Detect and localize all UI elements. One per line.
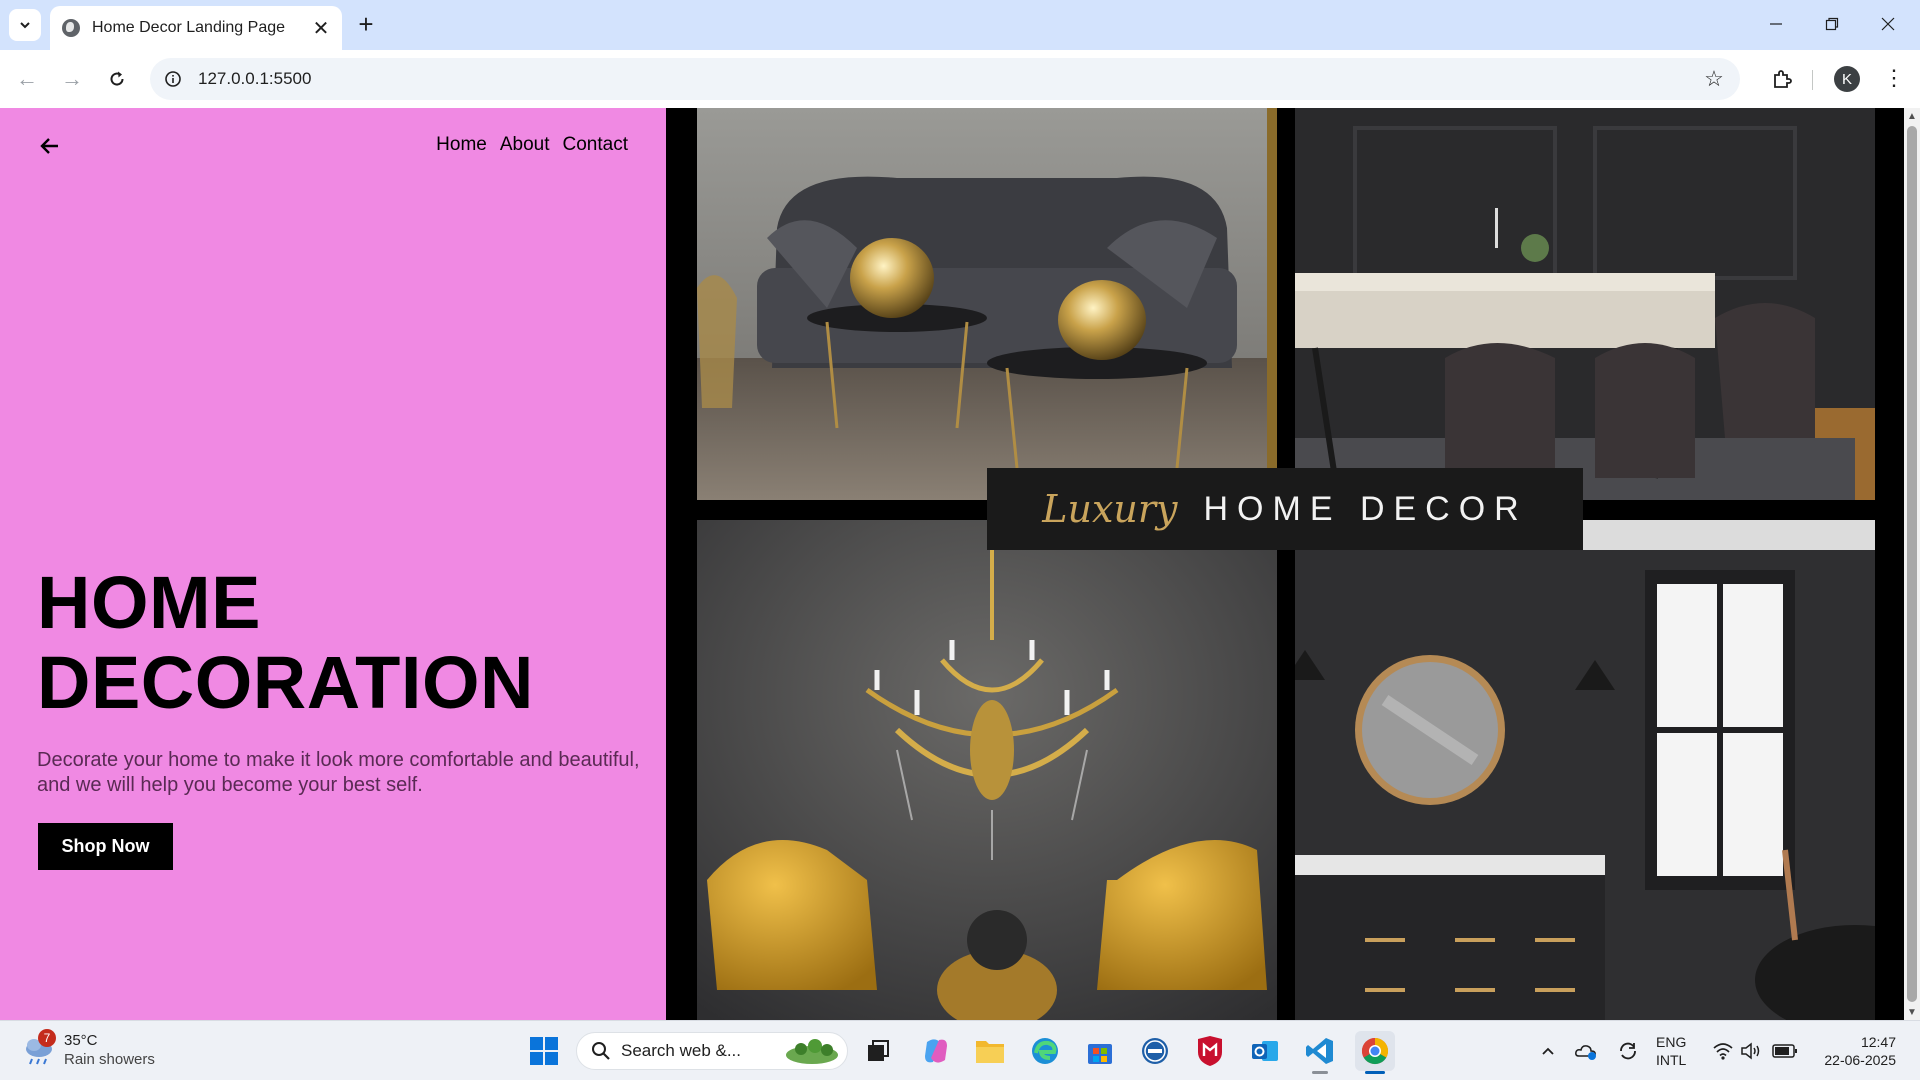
onedrive-icon[interactable] (1572, 1031, 1600, 1071)
restore-button[interactable] (1810, 6, 1854, 42)
address-bar[interactable]: 127.0.0.1:5500 ☆ (150, 58, 1740, 100)
url-text: 127.0.0.1:5500 (198, 69, 312, 88)
shop-now-button[interactable]: Shop Now (38, 823, 173, 870)
nav-link-home[interactable]: Home (436, 134, 487, 156)
weather-alert-badge: 7 (38, 1029, 56, 1047)
keyboard-layout: INTL (1656, 1052, 1687, 1068)
hero-title: HOME DECORATION (37, 563, 637, 723)
weather-temperature: 35°C (64, 1032, 98, 1049)
minimize-icon (1770, 23, 1782, 25)
bathroom-photo (1295, 520, 1875, 1020)
reload-icon (110, 71, 124, 86)
site-info-icon[interactable] (160, 66, 186, 92)
globe-icon (62, 19, 80, 37)
search-highlight-icon (786, 1039, 838, 1064)
forward-button[interactable]: → (56, 63, 88, 95)
volume-icon[interactable] (1738, 1031, 1764, 1071)
scrollbar-thumb[interactable] (1907, 126, 1917, 1002)
living-room-photo (697, 108, 1277, 500)
back-button[interactable]: ← (11, 63, 43, 95)
rain-cloud-icon: 7 (22, 1029, 56, 1067)
chrome-active-indicator (1365, 1071, 1385, 1074)
task-view-icon[interactable] (858, 1031, 898, 1071)
system-clock[interactable]: 12:47 22-06-2025 (1816, 1033, 1896, 1069)
page-scrollbar[interactable]: ▲ ▼ (1904, 108, 1920, 1020)
taskbar-search[interactable]: Search web &... (576, 1032, 848, 1070)
nav-link-about[interactable]: About (500, 134, 550, 156)
page-viewport: Home About Contact HOME DECORATION Decor… (0, 108, 1920, 1020)
bookmark-star-icon[interactable]: ☆ (1698, 63, 1730, 95)
language-code: ENG (1656, 1034, 1687, 1050)
toolbar-separator (1812, 70, 1813, 90)
banner-script-text: Luxury (1042, 487, 1178, 531)
weather-description: Rain showers (64, 1051, 155, 1068)
profile-avatar[interactable]: K (1834, 66, 1860, 92)
hero-title-line2: DECORATION (37, 641, 534, 724)
vscode-icon[interactable] (1300, 1031, 1340, 1071)
luxury-banner: Luxury HOME DECOR (987, 468, 1583, 550)
battery-icon[interactable] (1770, 1031, 1800, 1071)
close-window-button[interactable] (1866, 6, 1910, 42)
banner-title: HOME DECOR (1203, 489, 1528, 528)
nav-link-contact[interactable]: Contact (563, 134, 628, 156)
dell-icon[interactable] (1135, 1031, 1175, 1071)
search-placeholder: Search web &... (621, 1041, 742, 1060)
reload-button[interactable] (101, 63, 133, 95)
microsoft-store-icon[interactable] (1080, 1031, 1120, 1071)
taskbar: 7 35°C Rain showers Search web &... ENG … (0, 1020, 1920, 1080)
dining-room-photo (1295, 108, 1875, 500)
clock-time: 12:47 (1860, 1034, 1896, 1050)
scroll-down-icon[interactable]: ▼ (1907, 1007, 1917, 1018)
hero-panel: Home About Contact HOME DECORATION Decor… (0, 108, 666, 1020)
scroll-up-icon[interactable]: ▲ (1907, 111, 1917, 122)
vscode-running-indicator (1312, 1071, 1328, 1074)
sync-icon[interactable] (1614, 1031, 1642, 1071)
mcafee-icon[interactable] (1190, 1031, 1230, 1071)
chevron-down-icon (20, 22, 30, 29)
extensions-button[interactable] (1766, 63, 1798, 95)
language-indicator[interactable]: ENG INTL (1656, 1033, 1686, 1069)
lounge-chandelier-photo (697, 520, 1277, 1020)
hero-title-line1: HOME (37, 561, 261, 644)
wifi-icon[interactable] (1710, 1031, 1736, 1071)
tab-search-button[interactable] (9, 9, 41, 41)
puzzle-icon (1774, 70, 1792, 88)
tab-title: Home Decor Landing Page (92, 19, 286, 36)
outlook-icon[interactable] (1245, 1031, 1285, 1071)
windows-logo-icon (530, 1037, 558, 1065)
back-arrow-icon[interactable] (38, 134, 62, 158)
show-hidden-icons[interactable] (1536, 1031, 1560, 1071)
active-tab[interactable]: Home Decor Landing Page ✕ (50, 6, 342, 50)
file-explorer-icon[interactable] (970, 1031, 1010, 1071)
more-menu-icon[interactable]: ⋮ (1878, 62, 1910, 94)
hero-description: Decorate your home to make it look more … (37, 749, 640, 796)
close-icon (1881, 17, 1895, 31)
restore-icon (1825, 17, 1839, 31)
minimize-button[interactable] (1754, 6, 1798, 42)
new-tab-button[interactable]: + (352, 9, 380, 39)
copilot-icon[interactable] (916, 1031, 956, 1071)
clock-date: 22-06-2025 (1824, 1052, 1896, 1068)
edge-browser-icon[interactable] (1025, 1031, 1065, 1071)
site-nav: Home About Contact (436, 134, 628, 156)
chrome-icon[interactable] (1355, 1031, 1395, 1071)
hero-image-collage: Luxury HOME DECOR (666, 108, 1906, 1020)
close-icon[interactable]: ✕ (308, 15, 334, 41)
browser-toolbar: ← → 127.0.0.1:5500 ☆ (0, 50, 1920, 108)
search-icon (592, 1042, 610, 1060)
weather-widget[interactable]: 7 35°C Rain showers (22, 1029, 155, 1069)
browser-tab-bar: Home Decor Landing Page ✕ + (0, 0, 1920, 50)
start-button[interactable] (524, 1031, 564, 1071)
